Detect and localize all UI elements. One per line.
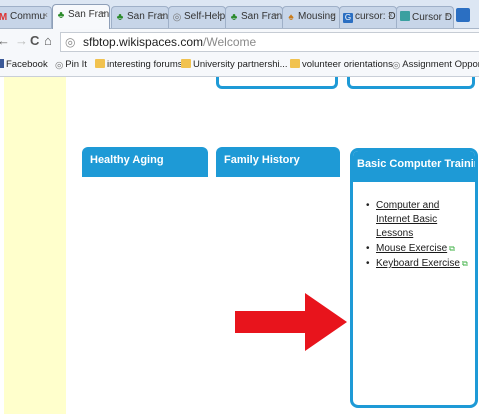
close-icon[interactable]: × xyxy=(388,10,393,20)
bookmark-assignment[interactable]: ◎Assignment Opport... xyxy=(392,59,479,71)
facebook-icon xyxy=(0,59,4,68)
close-icon[interactable]: × xyxy=(160,10,165,20)
external-link-icon: ⧉ xyxy=(449,244,455,253)
close-icon[interactable]: × xyxy=(101,8,106,18)
globe-icon: ◎ xyxy=(55,60,64,71)
tab-mousing[interactable]: ♠ Mousing × xyxy=(282,6,340,28)
tab-cursor-d[interactable]: Cursor D × xyxy=(396,6,454,28)
folder-icon xyxy=(400,11,410,21)
folder-icon xyxy=(181,59,191,68)
list-item: Keyboard Exercise⧉ xyxy=(366,257,475,271)
bookmark-volunteer[interactable]: volunteer orientations xyxy=(290,59,393,70)
bookmark-label: Facebook xyxy=(6,59,48,70)
card-title: Basic Computer Training xyxy=(353,151,475,182)
url-host: sfbtop.wikispaces.com xyxy=(83,35,204,49)
gmail-icon: M xyxy=(0,13,8,23)
tab-strip: MCommu× ♣San Fran× ♣San Fran× ◎Self-Help… xyxy=(0,0,479,29)
palm-tree-icon: ♣ xyxy=(230,12,238,23)
tab-self-help[interactable]: ◎ Self-Help × xyxy=(168,6,226,28)
card-title: Healthy Aging xyxy=(82,147,208,177)
card-basic-computer-training: Basic Computer Training Computer and Int… xyxy=(350,148,478,408)
back-arrow-icon[interactable]: ← xyxy=(0,33,10,48)
new-tab-icon[interactable] xyxy=(456,8,470,22)
palm-tree-icon: ♣ xyxy=(116,12,124,23)
close-icon[interactable]: × xyxy=(274,10,279,20)
url-path: /Welcome xyxy=(203,35,257,49)
close-icon[interactable]: × xyxy=(217,10,222,20)
bookmark-label: Pin It xyxy=(65,59,87,70)
tab-san-fran-3[interactable]: ♣ San Fran × xyxy=(225,6,283,28)
card-healthy-aging[interactable]: Healthy Aging xyxy=(82,147,208,179)
tab-san-fran-active[interactable]: ♣ San Fran × xyxy=(52,4,110,29)
bookmark-facebook[interactable]: Facebook xyxy=(0,59,48,70)
folder-icon xyxy=(290,59,300,68)
tab-gmail[interactable]: MCommu× xyxy=(0,6,52,28)
address-bar[interactable]: ◎ sfbtop.wikispaces.com/Welcome xyxy=(60,32,479,52)
card-title: Family History xyxy=(216,147,340,177)
globe-icon: ◎ xyxy=(392,60,401,71)
link-keyboard-exercise[interactable]: Keyboard Exercise xyxy=(376,258,460,269)
forward-arrow-icon[interactable]: → xyxy=(15,33,28,48)
home-icon[interactable]: ⌂ xyxy=(44,33,52,48)
list-item: Mouse Exercise⧉ xyxy=(366,242,475,256)
card-family-history[interactable]: Family History xyxy=(216,147,340,179)
page-content: Healthy Aging Family History Basic Compu… xyxy=(0,77,479,414)
palm-tree-icon: ♣ xyxy=(57,10,65,21)
bookmark-label: interesting forums xyxy=(107,59,183,70)
bookmark-university[interactable]: University partnershi... xyxy=(181,59,288,70)
sidebar xyxy=(4,77,66,414)
bookmark-label: Assignment Opport... xyxy=(402,59,479,70)
link-computer-internet-basics[interactable]: Computer and Internet Basic Lessons xyxy=(376,200,439,239)
tab-san-fran-2[interactable]: ♣ San Fran × xyxy=(111,6,169,28)
link-mouse-exercise[interactable]: Mouse Exercise xyxy=(376,243,447,254)
bookmark-label: University partnershi... xyxy=(193,59,288,70)
search-icon: G xyxy=(343,13,353,23)
list-item: Computer and Internet Basic Lessons xyxy=(366,199,475,241)
close-icon[interactable]: × xyxy=(331,10,336,20)
external-link-icon: ⧉ xyxy=(461,259,468,268)
tab-cursor-search[interactable]: Gcursor: D × xyxy=(339,6,397,28)
browser-toolbar: ← → C ⌂ ◎ sfbtop.wikispaces.com/Welcome xyxy=(0,29,479,55)
globe-icon: ◎ xyxy=(172,12,182,23)
tab-label: Commu xyxy=(10,11,46,22)
bookmark-interesting-forums[interactable]: interesting forums xyxy=(95,59,183,70)
folder-icon xyxy=(95,59,105,68)
globe-icon: ◎ xyxy=(65,35,76,49)
panel-bottom-right xyxy=(347,77,475,89)
panel-bottom-middle xyxy=(216,77,338,89)
red-arrow-icon xyxy=(235,293,347,351)
reload-icon[interactable]: C xyxy=(30,33,39,48)
close-icon[interactable]: × xyxy=(445,10,450,20)
close-icon[interactable]: × xyxy=(43,10,48,20)
palm-tree-icon: ♠ xyxy=(288,12,294,23)
bookmark-label: volunteer orientations xyxy=(302,59,393,70)
bookmarks-bar: Facebook ◎ Pin It interesting forums Univ… xyxy=(0,55,479,77)
link-list: Computer and Internet Basic Lessons Mous… xyxy=(366,199,475,272)
bookmark-pin-it[interactable]: ◎ Pin It xyxy=(55,59,87,71)
